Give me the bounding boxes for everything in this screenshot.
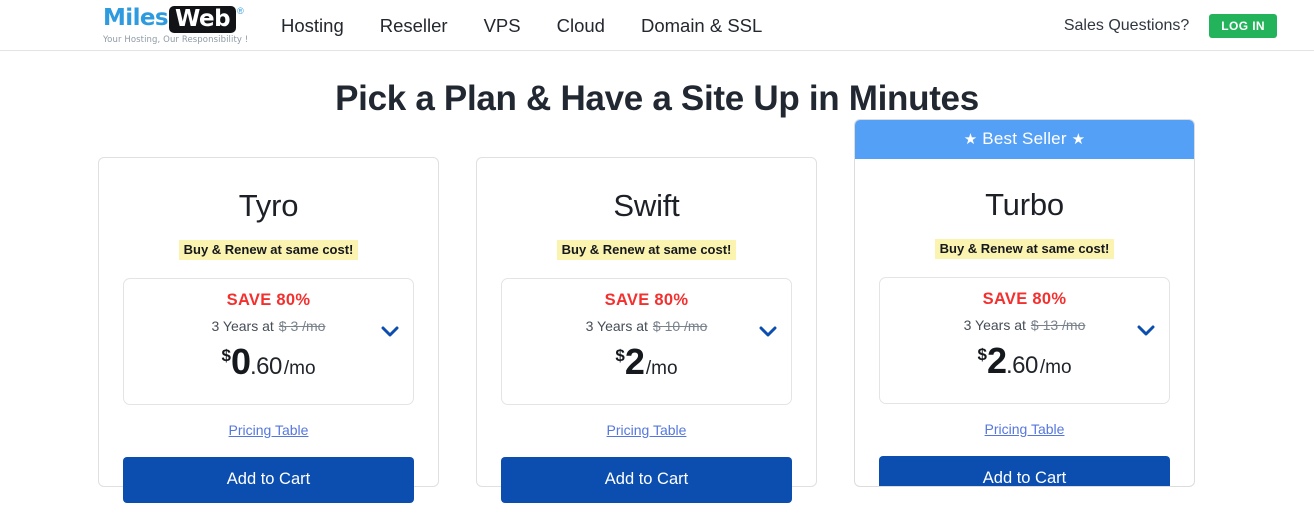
pricing-table-link[interactable]: Pricing Table (607, 422, 687, 438)
save-label: SAVE 80% (604, 291, 689, 309)
price-whole: 2 (986, 340, 1007, 381)
price-whole: 0 (230, 341, 251, 382)
term-label: 3 Years at (585, 318, 648, 334)
chevron-down-icon[interactable] (1137, 324, 1155, 336)
pricing-cards: Tyro Buy & Renew at same cost! SAVE 80% … (0, 119, 1314, 503)
price-cents: .60 (249, 353, 282, 380)
best-seller-label: Best Seller (982, 129, 1067, 148)
price-box[interactable]: SAVE 80% 3 Years at $ 3 /mo $0.60/mo (123, 278, 414, 405)
price-row: $2/mo (512, 336, 781, 390)
star-icon-left: ★ (963, 131, 978, 148)
chevron-down-icon[interactable] (381, 325, 399, 337)
card-body: Swift Buy & Renew at same cost! SAVE 80%… (477, 188, 816, 503)
term-label: 3 Years at (211, 318, 274, 334)
page-title: Pick a Plan & Have a Site Up in Minutes (335, 79, 979, 118)
best-seller-banner: ★ Best Seller ★ (855, 120, 1194, 159)
pricing-table-link[interactable]: Pricing Table (985, 421, 1065, 437)
pricing-link-wrap: Pricing Table (123, 422, 414, 440)
plan-name: Swift (613, 188, 680, 223)
add-to-cart-button[interactable]: Add to Cart (501, 457, 792, 503)
nav-item-vps[interactable]: VPS (484, 15, 521, 37)
plan-name: Tyro (238, 188, 299, 223)
logo-text-miles: Miles (103, 5, 169, 31)
term-row: 3 Years at $ 3 /mo (134, 318, 403, 334)
strike-price: $ 10 /mo (652, 318, 708, 334)
term-label: 3 Years at (963, 317, 1026, 333)
login-button[interactable]: LOG IN (1209, 13, 1277, 38)
nav-item-domain-ssl[interactable]: Domain & SSL (641, 15, 762, 37)
chevron-down-icon[interactable] (759, 325, 777, 337)
price-period: /mo (645, 358, 678, 379)
star-icon-right: ★ (1071, 131, 1086, 148)
sales-questions-link[interactable]: Sales Questions? (1064, 17, 1189, 35)
term-row: 3 Years at $ 13 /mo (890, 317, 1159, 333)
renew-badge: Buy & Renew at same cost! (934, 239, 1115, 259)
logo-wordmark: Miles Web ® (103, 5, 244, 33)
milesweb-logo[interactable]: Miles Web ® Your Hosting, Our Responsibi… (103, 5, 249, 46)
header-actions: Sales Questions? LOG IN (1064, 0, 1277, 51)
renew-badge: Buy & Renew at same cost! (556, 240, 737, 260)
pricing-link-wrap: Pricing Table (879, 421, 1170, 439)
pricing-card-tyro: Tyro Buy & Renew at same cost! SAVE 80% … (98, 157, 439, 503)
add-to-cart-button[interactable]: Add to Cart (879, 456, 1170, 486)
renew-badge: Buy & Renew at same cost! (178, 240, 359, 260)
price-row: $0.60/mo (134, 336, 403, 390)
card-body: Tyro Buy & Renew at same cost! SAVE 80% … (99, 188, 438, 503)
logo-tagline: Your Hosting, Our Responsibility ! (103, 35, 249, 45)
price-period: /mo (283, 358, 316, 379)
nav-item-cloud[interactable]: Cloud (557, 15, 605, 37)
strike-price: $ 13 /mo (1030, 317, 1086, 333)
strike-price: $ 3 /mo (278, 318, 326, 334)
site-header: Miles Web ® Your Hosting, Our Responsibi… (0, 0, 1314, 51)
add-to-cart-button[interactable]: Add to Cart (123, 457, 414, 503)
term-row: 3 Years at $ 10 /mo (512, 318, 781, 334)
main-navigation: Hosting Reseller VPS Cloud Domain & SSL (281, 0, 762, 51)
price-box[interactable]: SAVE 80% 3 Years at $ 13 /mo $2.60/mo (879, 277, 1170, 404)
price-whole: 2 (624, 341, 645, 382)
price-box[interactable]: SAVE 80% 3 Years at $ 10 /mo $2/mo (501, 278, 792, 405)
save-label: SAVE 80% (982, 290, 1067, 308)
currency-symbol: $ (977, 345, 987, 364)
currency-symbol: $ (221, 346, 231, 365)
save-label: SAVE 80% (226, 291, 311, 309)
pricing-card-swift: Swift Buy & Renew at same cost! SAVE 80%… (476, 157, 817, 503)
nav-item-hosting[interactable]: Hosting (281, 15, 344, 37)
pricing-table-link[interactable]: Pricing Table (229, 422, 309, 438)
card-body: Turbo Buy & Renew at same cost! SAVE 80%… (855, 187, 1194, 486)
price-cents: .60 (1005, 352, 1038, 379)
registered-mark-icon: ® (237, 6, 244, 16)
nav-item-reseller[interactable]: Reseller (380, 15, 448, 37)
pricing-card-turbo: ★ Best Seller ★ Turbo Buy & Renew at sam… (854, 119, 1195, 487)
price-period: /mo (1039, 357, 1072, 378)
price-row: $2.60/mo (890, 335, 1159, 389)
renew-badge-wrap: Buy & Renew at same cost! (501, 240, 792, 260)
renew-badge-wrap: Buy & Renew at same cost! (879, 239, 1170, 259)
renew-badge-wrap: Buy & Renew at same cost! (123, 240, 414, 260)
logo-text-web: Web (168, 6, 237, 33)
currency-symbol: $ (615, 346, 625, 365)
pricing-link-wrap: Pricing Table (501, 422, 792, 440)
plan-name: Turbo (985, 187, 1064, 222)
